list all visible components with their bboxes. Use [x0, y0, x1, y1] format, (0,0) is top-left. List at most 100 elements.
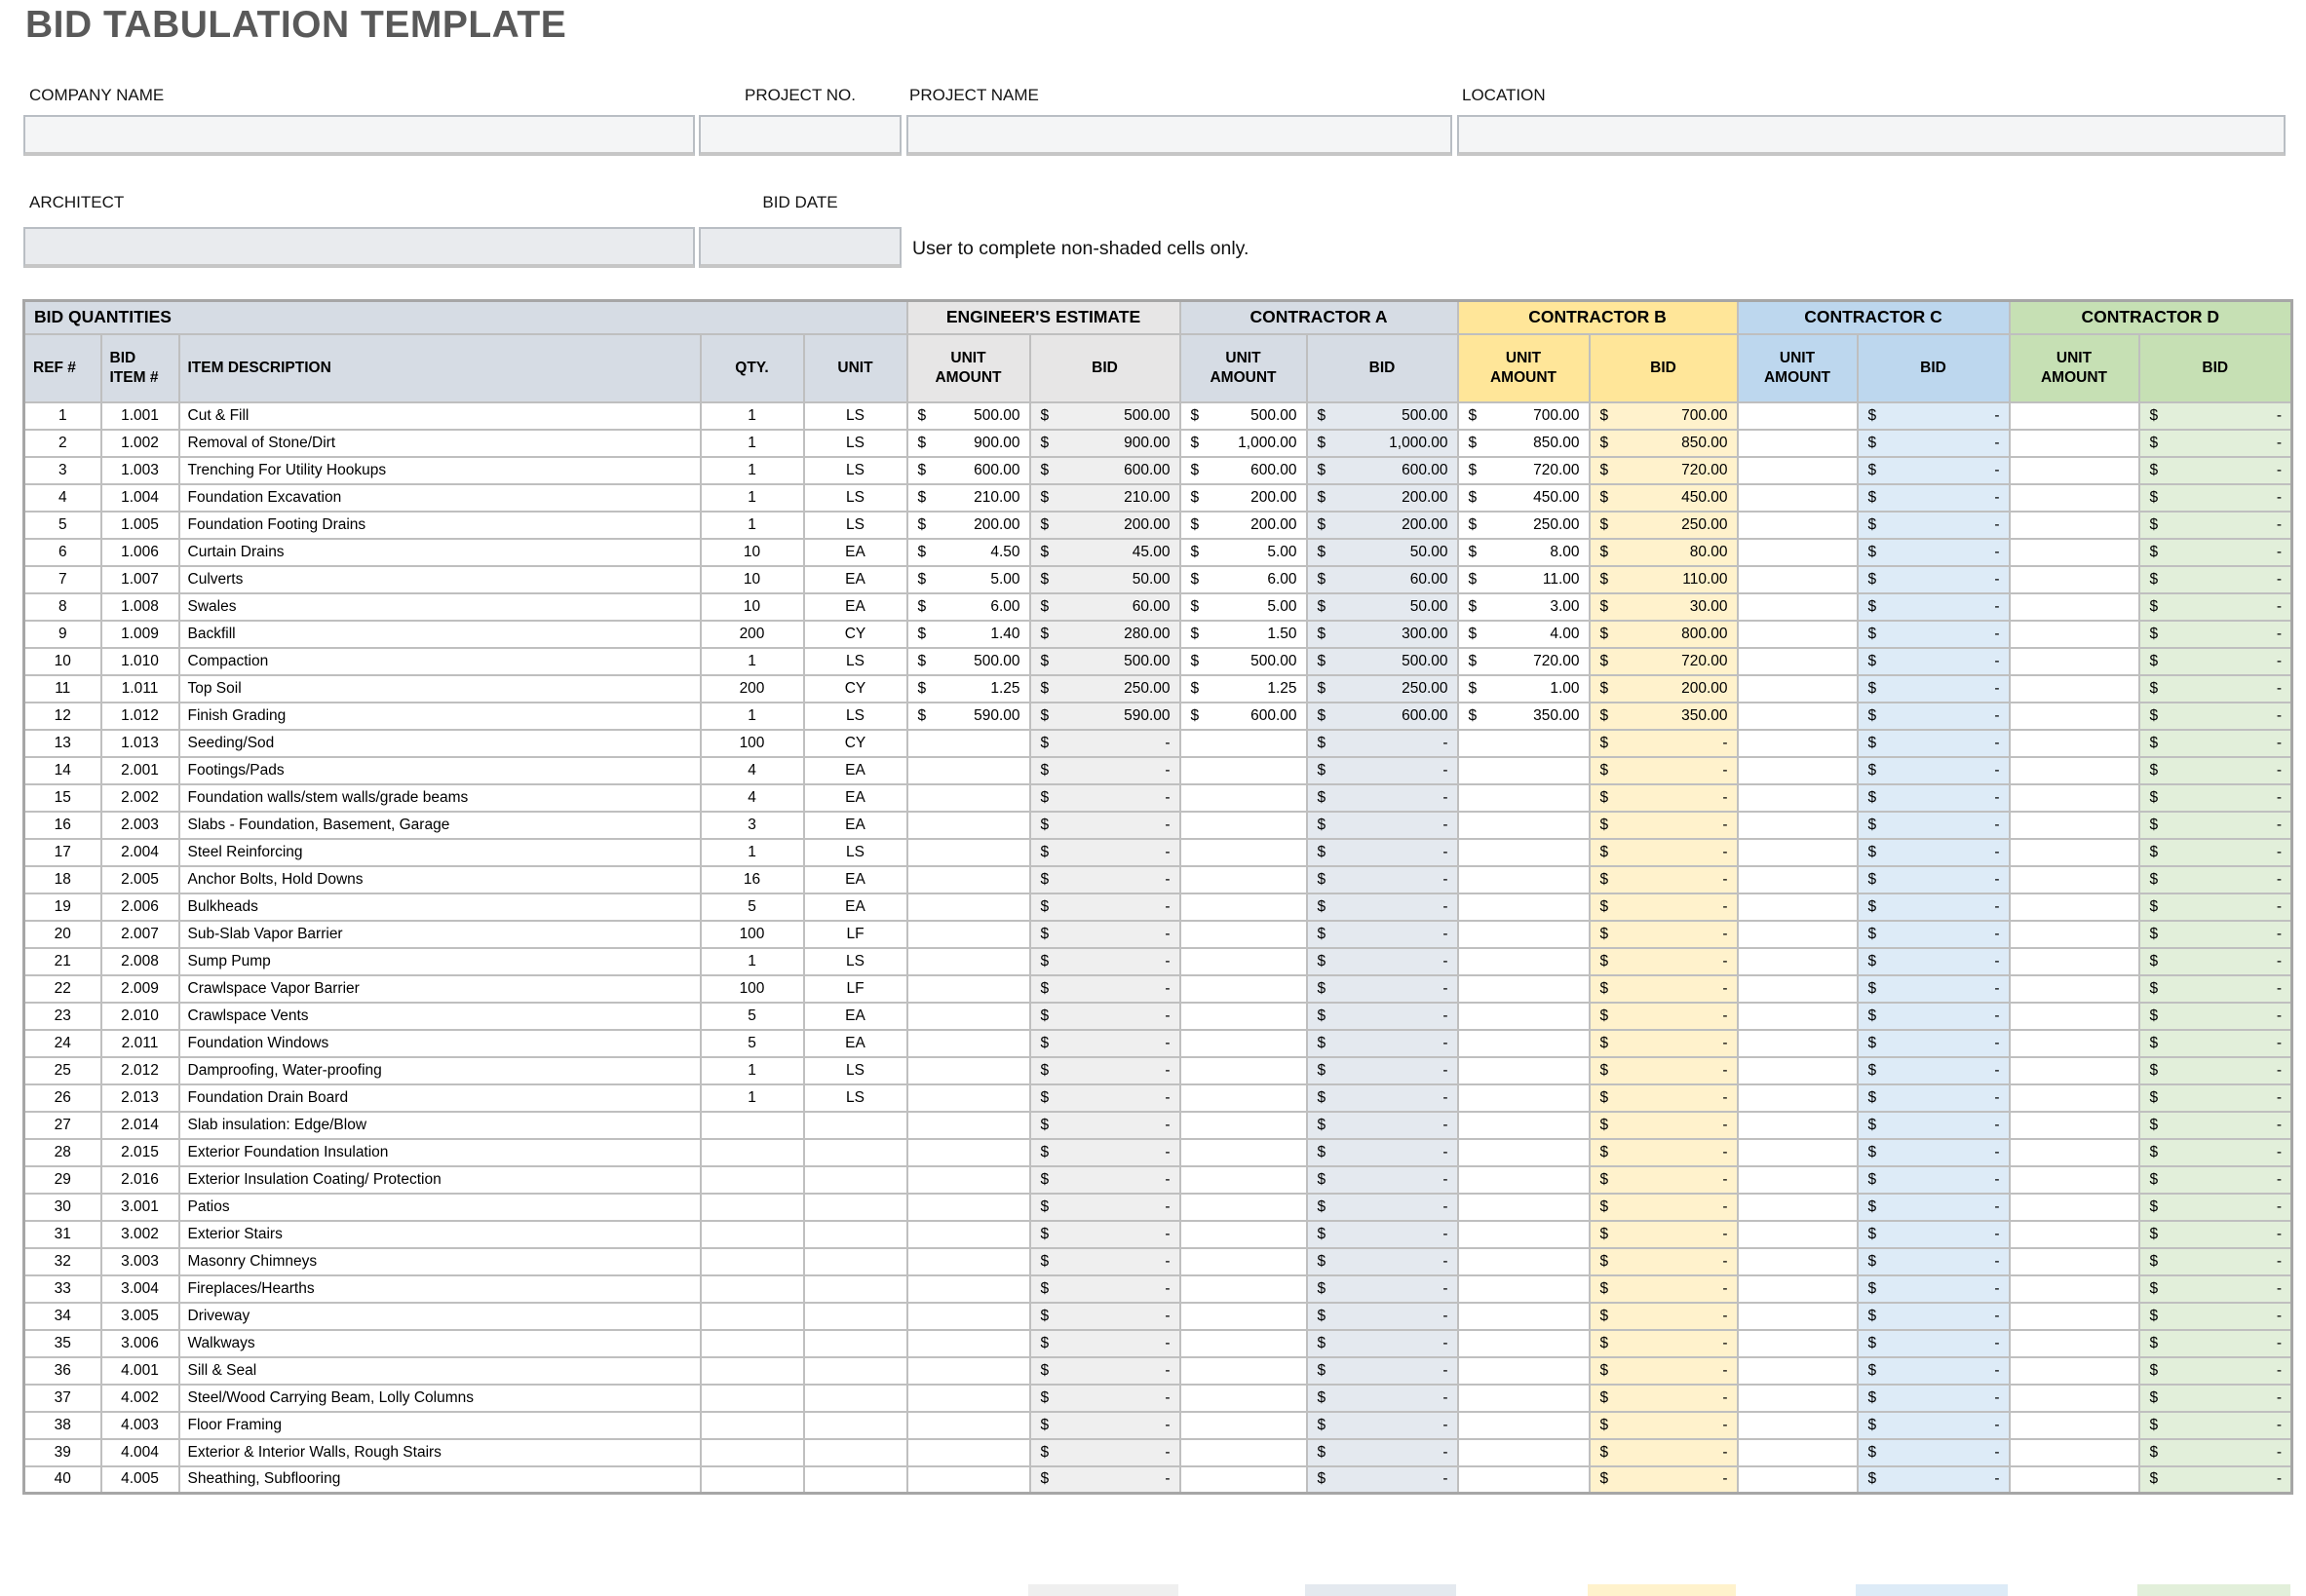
cell-contractor-a-unit-amount[interactable] [1180, 1030, 1307, 1057]
cell-item-no[interactable]: 4.001 [101, 1357, 179, 1385]
cell-ref[interactable]: 12 [24, 703, 101, 730]
cell-ref[interactable]: 34 [24, 1303, 101, 1330]
cell-contractor-c-unit-amount[interactable] [1738, 1084, 1858, 1112]
cell-ref[interactable]: 21 [24, 948, 101, 975]
cell-item-no[interactable]: 2.006 [101, 893, 179, 921]
cell-unit[interactable]: LS [804, 484, 907, 512]
cell-contractor-b-unit-amount[interactable] [1458, 1166, 1590, 1194]
cell-qty[interactable]: 1 [701, 512, 804, 539]
cell-qty[interactable]: 100 [701, 975, 804, 1003]
cell-ref[interactable]: 10 [24, 648, 101, 675]
cell-unit[interactable]: CY [804, 730, 907, 757]
cell-engineers-estimate-unit-amount[interactable] [907, 1057, 1030, 1084]
cell-item-no[interactable]: 4.005 [101, 1466, 179, 1494]
cell-description[interactable]: Patios [179, 1194, 701, 1221]
cell-description[interactable]: Compaction [179, 648, 701, 675]
cell-qty[interactable] [701, 1439, 804, 1466]
cell-contractor-c-unit-amount[interactable] [1738, 1330, 1858, 1357]
cell-description[interactable]: Removal of Stone/Dirt [179, 430, 701, 457]
cell-contractor-d-unit-amount[interactable] [2010, 1057, 2139, 1084]
cell-qty[interactable] [701, 1139, 804, 1166]
cell-ref[interactable]: 4 [24, 484, 101, 512]
cell-contractor-d-unit-amount[interactable] [2010, 648, 2139, 675]
cell-item-no[interactable]: 2.015 [101, 1139, 179, 1166]
cell-unit[interactable] [804, 1439, 907, 1466]
cell-contractor-b-unit-amount[interactable]: $720.00 [1458, 648, 1590, 675]
cell-qty[interactable]: 200 [701, 675, 804, 703]
cell-contractor-b-unit-amount[interactable] [1458, 921, 1590, 948]
cell-unit[interactable] [804, 1112, 907, 1139]
cell-contractor-b-unit-amount[interactable]: $8.00 [1458, 539, 1590, 566]
cell-contractor-d-unit-amount[interactable] [2010, 1030, 2139, 1057]
cell-unit[interactable]: EA [804, 1030, 907, 1057]
cell-contractor-a-unit-amount[interactable] [1180, 1166, 1307, 1194]
cell-engineers-estimate-unit-amount[interactable] [907, 1030, 1030, 1057]
cell-contractor-b-unit-amount[interactable] [1458, 784, 1590, 812]
cell-unit[interactable]: LS [804, 703, 907, 730]
cell-unit[interactable]: EA [804, 539, 907, 566]
cell-ref[interactable]: 15 [24, 784, 101, 812]
cell-contractor-b-unit-amount[interactable] [1458, 1357, 1590, 1385]
cell-qty[interactable]: 10 [701, 566, 804, 593]
cell-contractor-d-unit-amount[interactable] [2010, 484, 2139, 512]
cell-contractor-d-unit-amount[interactable] [2010, 1194, 2139, 1221]
cell-contractor-a-unit-amount[interactable] [1180, 1221, 1307, 1248]
cell-contractor-c-unit-amount[interactable] [1738, 866, 1858, 893]
cell-contractor-d-unit-amount[interactable] [2010, 675, 2139, 703]
cell-contractor-d-unit-amount[interactable] [2010, 1357, 2139, 1385]
cell-contractor-d-unit-amount[interactable] [2010, 457, 2139, 484]
cell-contractor-d-unit-amount[interactable] [2010, 1275, 2139, 1303]
cell-contractor-d-unit-amount[interactable] [2010, 402, 2139, 430]
cell-contractor-c-unit-amount[interactable] [1738, 921, 1858, 948]
cell-item-no[interactable]: 2.009 [101, 975, 179, 1003]
cell-engineers-estimate-unit-amount[interactable] [907, 1412, 1030, 1439]
cell-contractor-c-unit-amount[interactable] [1738, 484, 1858, 512]
cell-engineers-estimate-unit-amount[interactable] [907, 730, 1030, 757]
cell-contractor-c-unit-amount[interactable] [1738, 1112, 1858, 1139]
cell-contractor-a-unit-amount[interactable]: $500.00 [1180, 648, 1307, 675]
cell-ref[interactable]: 29 [24, 1166, 101, 1194]
cell-qty[interactable]: 1 [701, 1057, 804, 1084]
cell-contractor-a-unit-amount[interactable] [1180, 1112, 1307, 1139]
cell-ref[interactable]: 38 [24, 1412, 101, 1439]
cell-contractor-a-unit-amount[interactable]: $5.00 [1180, 539, 1307, 566]
cell-item-no[interactable]: 2.007 [101, 921, 179, 948]
cell-contractor-d-unit-amount[interactable] [2010, 730, 2139, 757]
cell-engineers-estimate-unit-amount[interactable] [907, 1084, 1030, 1112]
cell-contractor-a-unit-amount[interactable] [1180, 812, 1307, 839]
cell-contractor-c-unit-amount[interactable] [1738, 975, 1858, 1003]
cell-qty[interactable]: 1 [701, 948, 804, 975]
cell-item-no[interactable]: 1.010 [101, 648, 179, 675]
cell-engineers-estimate-unit-amount[interactable]: $210.00 [907, 484, 1030, 512]
cell-engineers-estimate-unit-amount[interactable] [907, 1330, 1030, 1357]
cell-contractor-c-unit-amount[interactable] [1738, 1057, 1858, 1084]
cell-contractor-c-unit-amount[interactable] [1738, 621, 1858, 648]
cell-ref[interactable]: 22 [24, 975, 101, 1003]
cell-unit[interactable]: LS [804, 648, 907, 675]
cell-unit[interactable]: EA [804, 784, 907, 812]
cell-item-no[interactable]: 2.003 [101, 812, 179, 839]
cell-contractor-a-unit-amount[interactable] [1180, 839, 1307, 866]
cell-contractor-c-unit-amount[interactable] [1738, 703, 1858, 730]
cell-contractor-d-unit-amount[interactable] [2010, 1330, 2139, 1357]
cell-item-no[interactable]: 2.012 [101, 1057, 179, 1084]
cell-ref[interactable]: 19 [24, 893, 101, 921]
cell-item-no[interactable]: 3.003 [101, 1248, 179, 1275]
cell-contractor-d-unit-amount[interactable] [2010, 703, 2139, 730]
cell-description[interactable]: Culverts [179, 566, 701, 593]
cell-contractor-c-unit-amount[interactable] [1738, 1412, 1858, 1439]
cell-contractor-a-unit-amount[interactable]: $1,000.00 [1180, 430, 1307, 457]
cell-unit[interactable]: EA [804, 757, 907, 784]
cell-contractor-c-unit-amount[interactable] [1738, 402, 1858, 430]
cell-item-no[interactable]: 3.001 [101, 1194, 179, 1221]
cell-description[interactable]: Slab insulation: Edge/Blow [179, 1112, 701, 1139]
project-no-input[interactable] [699, 115, 902, 156]
cell-unit[interactable]: LS [804, 1084, 907, 1112]
cell-contractor-a-unit-amount[interactable] [1180, 1003, 1307, 1030]
cell-contractor-d-unit-amount[interactable] [2010, 893, 2139, 921]
cell-description[interactable]: Finish Grading [179, 703, 701, 730]
cell-contractor-c-unit-amount[interactable] [1738, 593, 1858, 621]
cell-item-no[interactable]: 2.011 [101, 1030, 179, 1057]
cell-contractor-a-unit-amount[interactable] [1180, 975, 1307, 1003]
cell-qty[interactable]: 1 [701, 484, 804, 512]
